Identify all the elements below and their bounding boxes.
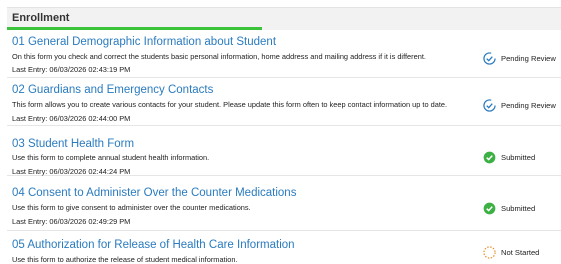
status-label: Not Started (501, 248, 540, 257)
status-badge: Not Started (483, 246, 539, 259)
progress-bar-fill (7, 27, 262, 30)
form-description: This form allows you to create various c… (12, 100, 448, 109)
status-badge: Submitted (483, 202, 535, 215)
form-row-01: 01 General Demographic Information about… (7, 31, 561, 78)
status-label: Pending Review (501, 101, 556, 110)
status-badge: Pending Review (483, 52, 556, 65)
form-row-02: 02 Guardians and Emergency Contacts This… (7, 78, 561, 126)
progress-bar (7, 27, 561, 30)
form-title-link[interactable]: 03 Student Health Form (12, 138, 134, 150)
status-label: Pending Review (501, 54, 556, 63)
form-last-entry: Last Entry: 06/03/2026 02:44:00 PM (12, 114, 131, 123)
form-title-link[interactable]: 01 General Demographic Information about… (12, 36, 276, 48)
not-started-icon (483, 246, 496, 259)
form-row-05: 05 Authorization for Release of Health C… (7, 231, 561, 264)
form-description: Use this form to give consent to adminis… (12, 203, 251, 212)
form-last-entry: Last Entry: 06/03/2026 02:49:29 PM (12, 217, 131, 226)
pending-review-icon (483, 99, 496, 112)
form-row-04: 04 Consent to Administer Over the Counte… (7, 176, 561, 231)
status-badge: Submitted (483, 151, 535, 164)
form-title-link[interactable]: 04 Consent to Administer Over the Counte… (12, 187, 296, 199)
form-title-link[interactable]: 02 Guardians and Emergency Contacts (12, 84, 213, 96)
section-title: Enrollment (12, 12, 70, 24)
form-last-entry: Last Entry: 06/03/2026 02:43:19 PM (12, 65, 131, 74)
enrollment-header: Enrollment (7, 7, 561, 28)
submitted-check-icon (483, 151, 496, 164)
form-title-link[interactable]: 05 Authorization for Release of Health C… (12, 239, 295, 251)
status-label: Submitted (501, 204, 536, 213)
status-label: Submitted (501, 153, 536, 162)
form-description: Use this form to authorize the release o… (12, 255, 238, 264)
form-last-entry: Last Entry: 06/03/2026 02:44:24 PM (12, 167, 131, 176)
status-badge: Pending Review (483, 99, 556, 112)
submitted-check-icon (483, 202, 496, 215)
form-description: On this form you check and correct the s… (12, 52, 426, 61)
pending-review-icon (483, 52, 496, 65)
form-description: Use this form to complete annual student… (12, 153, 210, 162)
form-row-03: 03 Student Health Form Use this form to … (7, 126, 561, 176)
